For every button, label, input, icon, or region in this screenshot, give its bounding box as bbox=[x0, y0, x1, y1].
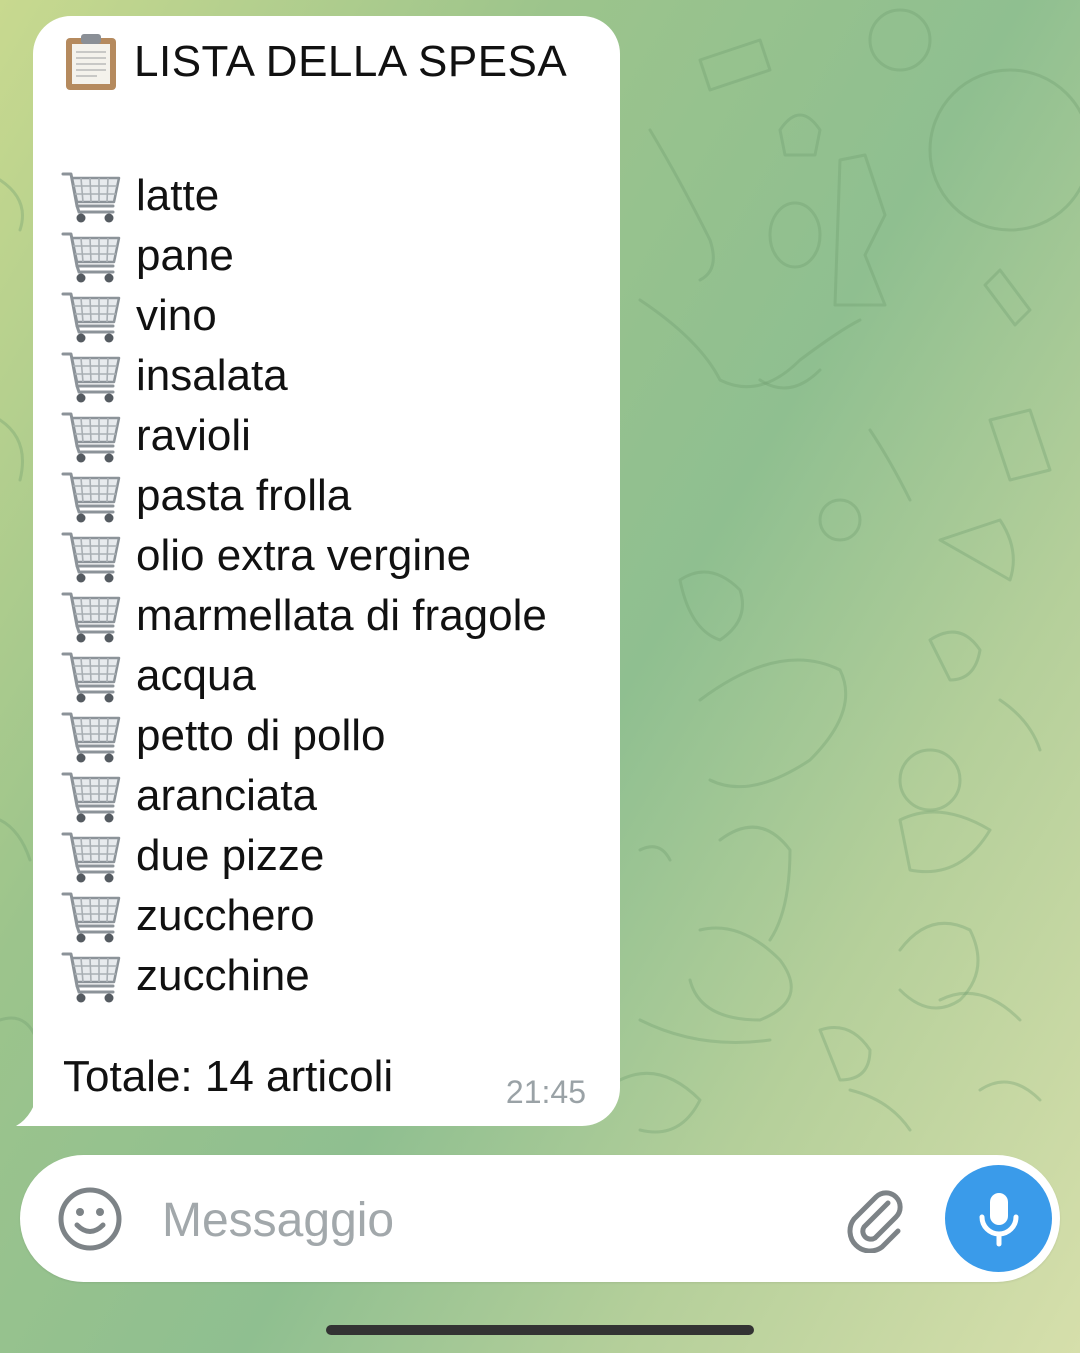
list-item: aranciata bbox=[61, 766, 547, 826]
list-item-label: zucchero bbox=[136, 891, 315, 940]
list-item: due pizze bbox=[61, 826, 547, 886]
message-composer bbox=[20, 1155, 1060, 1282]
message-title: LISTA DELLA SPESA bbox=[134, 37, 568, 86]
home-indicator[interactable] bbox=[326, 1325, 754, 1335]
list-item-label: petto di pollo bbox=[136, 711, 386, 760]
list-item: insalata bbox=[61, 346, 547, 406]
list-item: petto di pollo bbox=[61, 706, 547, 766]
list-item-label: pasta frolla bbox=[136, 471, 352, 520]
smiley-icon[interactable] bbox=[56, 1185, 124, 1253]
total-count: Totale: 14 articoli bbox=[63, 1052, 394, 1101]
shopping-cart-icon bbox=[61, 588, 136, 644]
shopping-cart-icon bbox=[61, 468, 136, 524]
shopping-list: latte pane vino insalata ravioli pasta f… bbox=[61, 166, 547, 1006]
list-item-label: vino bbox=[136, 291, 217, 340]
shopping-cart-icon bbox=[61, 168, 136, 224]
shopping-cart-icon bbox=[61, 648, 136, 704]
list-item: ravioli bbox=[61, 406, 547, 466]
shopping-cart-icon bbox=[61, 228, 136, 284]
list-item: pane bbox=[61, 226, 547, 286]
list-item: latte bbox=[61, 166, 547, 226]
clipboard-icon bbox=[66, 34, 116, 90]
microphone-button[interactable] bbox=[945, 1165, 1052, 1272]
shopping-cart-icon bbox=[61, 708, 136, 764]
list-item-label: ravioli bbox=[136, 411, 251, 460]
microphone-icon bbox=[979, 1192, 1018, 1246]
list-item-label: aranciata bbox=[136, 771, 318, 820]
message-timestamp: 21:45 bbox=[505, 1074, 586, 1110]
list-item-label: latte bbox=[136, 171, 220, 220]
list-item-label: acqua bbox=[136, 651, 256, 700]
shopping-cart-icon bbox=[61, 828, 136, 884]
list-item-label: due pizze bbox=[136, 831, 325, 880]
list-item-label: insalata bbox=[136, 351, 288, 400]
shopping-cart-icon bbox=[61, 408, 136, 464]
list-item: olio extra vergine bbox=[61, 526, 547, 586]
list-item-label: olio extra vergine bbox=[136, 531, 472, 580]
message-input[interactable] bbox=[160, 1177, 804, 1263]
list-item: zucchine bbox=[61, 946, 547, 1006]
shopping-cart-icon bbox=[61, 768, 136, 824]
list-item-label: zucchine bbox=[136, 951, 310, 1000]
shopping-cart-icon bbox=[61, 288, 136, 344]
list-item: marmellata di fragole bbox=[61, 586, 547, 646]
list-item: zucchero bbox=[61, 886, 547, 946]
list-item-label: marmellata di fragole bbox=[136, 591, 547, 640]
list-item: acqua bbox=[61, 646, 547, 706]
message-bubble[interactable]: LISTA DELLA SPESA latte pane vino insala… bbox=[33, 16, 620, 1126]
shopping-cart-icon bbox=[61, 528, 136, 584]
list-item: pasta frolla bbox=[61, 466, 547, 526]
paperclip-icon[interactable] bbox=[842, 1183, 906, 1253]
shopping-cart-icon bbox=[61, 888, 136, 944]
message-title-row: LISTA DELLA SPESA bbox=[63, 32, 567, 92]
list-item: vino bbox=[61, 286, 547, 346]
shopping-cart-icon bbox=[61, 948, 136, 1004]
bubble-tail bbox=[16, 1086, 54, 1126]
shopping-cart-icon bbox=[61, 348, 136, 404]
list-item-label: pane bbox=[136, 231, 234, 280]
